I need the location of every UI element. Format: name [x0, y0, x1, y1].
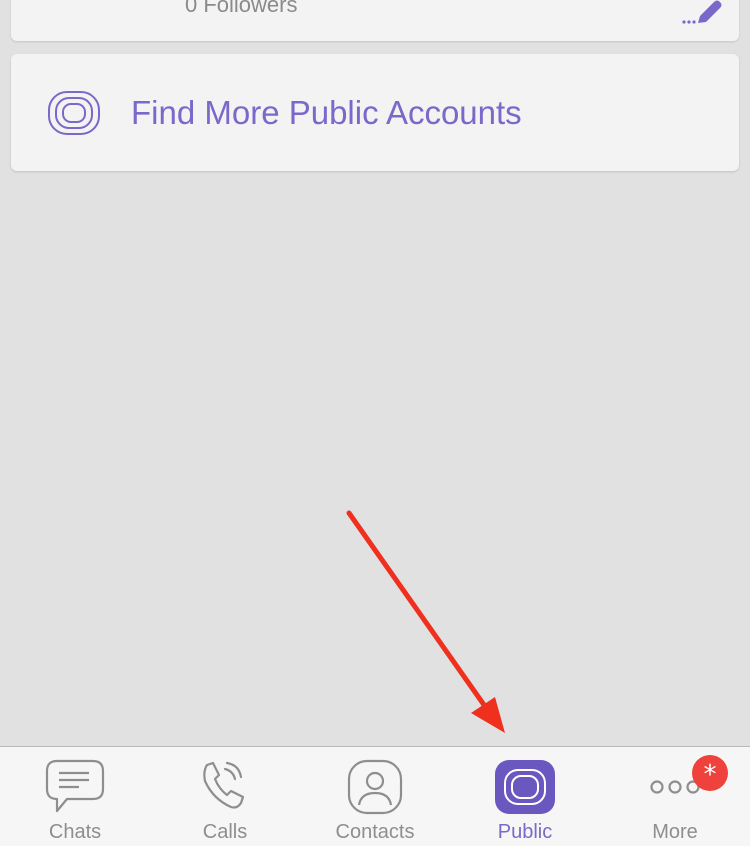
followers-count: 0 Followers [185, 0, 298, 17]
chat-bubble-icon [43, 757, 107, 817]
tab-contacts[interactable]: Contacts [300, 747, 450, 846]
public-accounts-icon [493, 757, 557, 817]
tab-label-calls: Calls [202, 821, 248, 843]
tab-label-more: More [652, 821, 698, 843]
tab-label-contacts: Contacts [335, 821, 415, 843]
public-accounts-icon [47, 90, 101, 136]
bottom-tab-bar: Chats Calls Contacts Public * More [0, 746, 750, 846]
find-more-public-accounts-button[interactable]: Find More Public Accounts [11, 54, 739, 171]
contact-person-icon [343, 757, 407, 817]
tab-calls[interactable]: Calls [150, 747, 300, 846]
find-more-label: Find More Public Accounts [131, 94, 522, 131]
pencil-edit-icon[interactable] [681, 0, 725, 26]
tab-label-public: Public [497, 821, 553, 843]
tab-label-chats: Chats [48, 821, 102, 843]
notification-badge: * [692, 755, 728, 791]
tab-public[interactable]: Public [450, 747, 600, 846]
tab-chats[interactable]: Chats [0, 747, 150, 846]
phone-icon [193, 757, 257, 817]
public-account-card[interactable]: 0 Followers [11, 0, 739, 41]
tab-more[interactable]: * More [600, 747, 750, 846]
public-accounts-screen: 0 Followers Find More Public Accounts Ch… [0, 0, 750, 846]
